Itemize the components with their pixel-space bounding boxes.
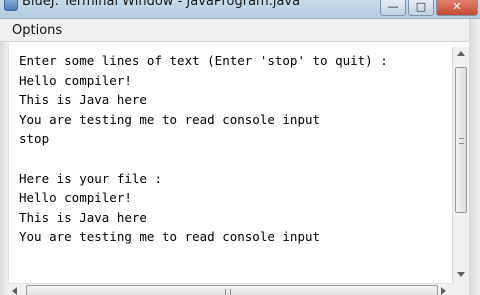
console-line: This is Java here [19,92,147,108]
arrow-down-icon[interactable] [457,272,465,277]
console-line: This is Java here [19,209,147,225]
window-frame-left [0,42,8,295]
maximize-button[interactable]: □ [408,0,434,16]
grip-icon [225,289,231,295]
console-line: Hello compiler! [19,190,132,206]
terminal-output[interactable]: Enter some lines of text (Enter 'stop' t… [8,42,451,283]
horizontal-scrollbar[interactable] [8,283,452,295]
title-bar: BlueJ: Terminal Window - JavaProgram.jav… [0,0,480,19]
window-controls: — □ ✕ [380,0,478,16]
console-line: Hello compiler! [19,72,132,88]
bluej-app-icon[interactable] [4,0,18,11]
console-line: Here is your file : [19,170,162,186]
arrow-left-icon[interactable] [12,287,17,295]
horizontal-scroll-thumb[interactable] [26,285,438,295]
arrow-right-icon[interactable] [441,287,446,295]
menu-bar: Options [0,19,480,42]
vertical-scrollbar[interactable] [452,47,469,283]
console-line: You are testing me to read console input [19,229,321,245]
console-line: You are testing me to read console input [19,111,321,127]
menu-options[interactable]: Options [12,23,62,38]
arrow-up-icon[interactable] [457,51,465,56]
window-frame-right [469,19,480,295]
scrollbar-corner [452,283,469,295]
window-title: BlueJ: Terminal Window - JavaProgram.jav… [22,0,301,9]
grip-icon [459,138,464,144]
minimize-button[interactable]: — [380,0,406,16]
console-line: Enter some lines of text (Enter 'stop' t… [19,53,388,68]
vertical-scroll-thumb[interactable] [455,67,467,213]
close-button[interactable]: ✕ [436,0,478,16]
console-line: stop [19,131,50,147]
